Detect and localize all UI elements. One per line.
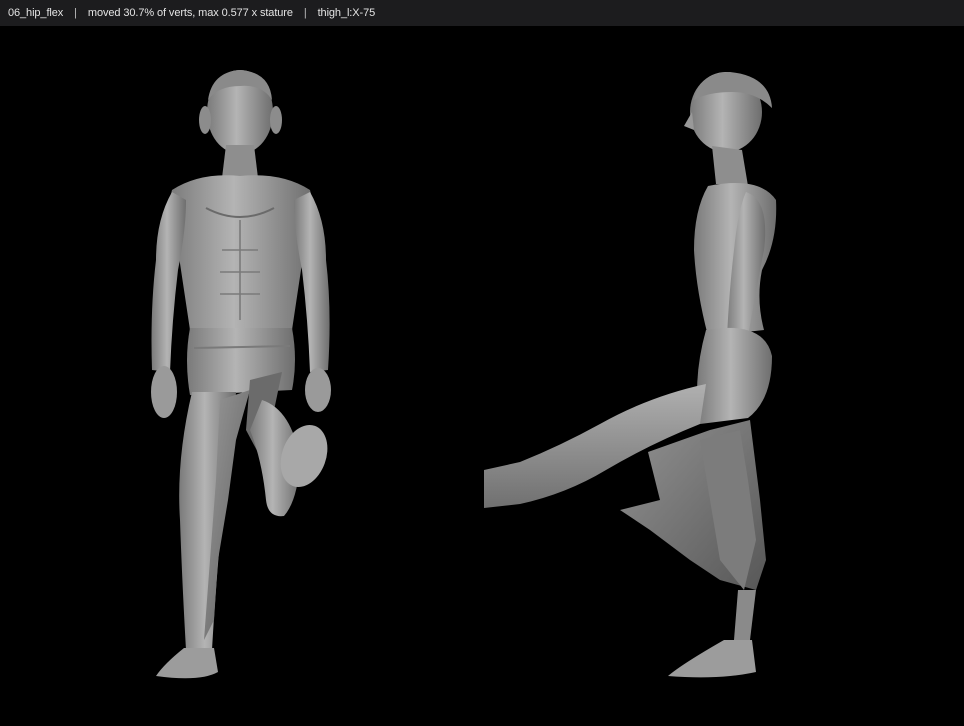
joint-rotation-label: thigh_l:X-75 <box>317 7 376 19</box>
separator: | <box>74 7 77 19</box>
render-canvas <box>151 70 777 679</box>
render-viewport <box>0 26 964 726</box>
status-bar: 06_hip_flex | moved 30.7% of verts, max … <box>0 0 964 26</box>
side-view-figure <box>484 72 777 678</box>
separator: | <box>303 7 307 19</box>
deformation-stats-label: moved 30.7% of verts, max 0.577 x statur… <box>87 7 293 19</box>
front-view-figure <box>151 70 331 679</box>
pose-name-label: 06_hip_flex <box>8 7 64 19</box>
